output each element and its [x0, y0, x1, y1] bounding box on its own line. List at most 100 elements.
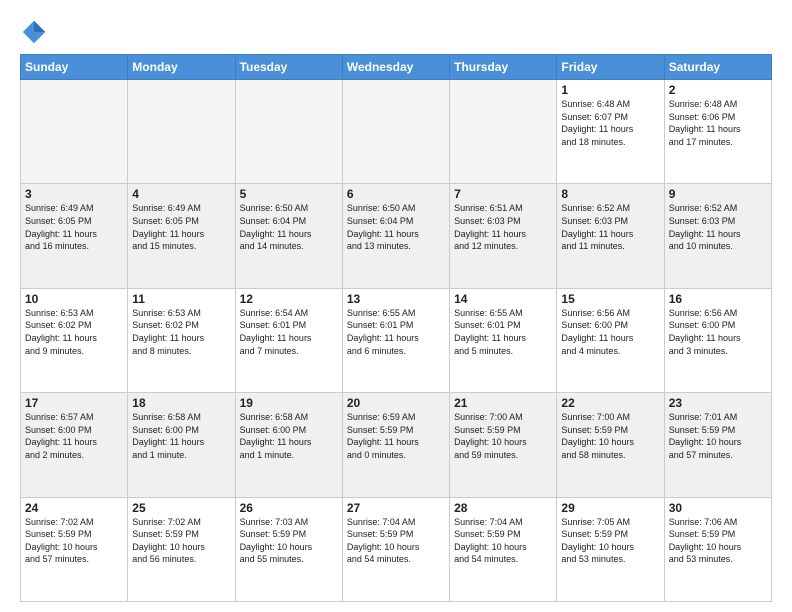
day-number: 17 — [25, 396, 123, 410]
day-number: 13 — [347, 292, 445, 306]
calendar-table: SundayMondayTuesdayWednesdayThursdayFrid… — [20, 54, 772, 602]
day-number: 3 — [25, 187, 123, 201]
day-info: Sunrise: 7:01 AMSunset: 5:59 PMDaylight:… — [669, 411, 767, 461]
day-number: 23 — [669, 396, 767, 410]
day-cell — [21, 80, 128, 184]
day-info: Sunrise: 7:05 AMSunset: 5:59 PMDaylight:… — [561, 516, 659, 566]
day-number: 1 — [561, 83, 659, 97]
day-cell: 30Sunrise: 7:06 AMSunset: 5:59 PMDayligh… — [664, 497, 771, 601]
day-info: Sunrise: 6:58 AMSunset: 6:00 PMDaylight:… — [132, 411, 230, 461]
day-number: 29 — [561, 501, 659, 515]
day-number: 2 — [669, 83, 767, 97]
day-number: 21 — [454, 396, 552, 410]
week-row: 24Sunrise: 7:02 AMSunset: 5:59 PMDayligh… — [21, 497, 772, 601]
day-cell: 9Sunrise: 6:52 AMSunset: 6:03 PMDaylight… — [664, 184, 771, 288]
day-cell: 16Sunrise: 6:56 AMSunset: 6:00 PMDayligh… — [664, 288, 771, 392]
day-cell: 18Sunrise: 6:58 AMSunset: 6:00 PMDayligh… — [128, 393, 235, 497]
day-cell: 7Sunrise: 6:51 AMSunset: 6:03 PMDaylight… — [450, 184, 557, 288]
day-number: 20 — [347, 396, 445, 410]
day-number: 25 — [132, 501, 230, 515]
day-info: Sunrise: 7:03 AMSunset: 5:59 PMDaylight:… — [240, 516, 338, 566]
day-info: Sunrise: 6:51 AMSunset: 6:03 PMDaylight:… — [454, 202, 552, 252]
day-info: Sunrise: 6:59 AMSunset: 5:59 PMDaylight:… — [347, 411, 445, 461]
header — [20, 18, 772, 46]
day-number: 24 — [25, 501, 123, 515]
day-number: 14 — [454, 292, 552, 306]
day-cell: 8Sunrise: 6:52 AMSunset: 6:03 PMDaylight… — [557, 184, 664, 288]
page: SundayMondayTuesdayWednesdayThursdayFrid… — [0, 0, 792, 612]
day-info: Sunrise: 6:55 AMSunset: 6:01 PMDaylight:… — [347, 307, 445, 357]
day-cell: 4Sunrise: 6:49 AMSunset: 6:05 PMDaylight… — [128, 184, 235, 288]
day-cell: 24Sunrise: 7:02 AMSunset: 5:59 PMDayligh… — [21, 497, 128, 601]
header-row: SundayMondayTuesdayWednesdayThursdayFrid… — [21, 55, 772, 80]
day-cell: 5Sunrise: 6:50 AMSunset: 6:04 PMDaylight… — [235, 184, 342, 288]
day-cell: 27Sunrise: 7:04 AMSunset: 5:59 PMDayligh… — [342, 497, 449, 601]
day-cell: 22Sunrise: 7:00 AMSunset: 5:59 PMDayligh… — [557, 393, 664, 497]
day-info: Sunrise: 7:00 AMSunset: 5:59 PMDaylight:… — [454, 411, 552, 461]
day-info: Sunrise: 7:02 AMSunset: 5:59 PMDaylight:… — [25, 516, 123, 566]
week-row: 10Sunrise: 6:53 AMSunset: 6:02 PMDayligh… — [21, 288, 772, 392]
day-number: 5 — [240, 187, 338, 201]
day-cell: 14Sunrise: 6:55 AMSunset: 6:01 PMDayligh… — [450, 288, 557, 392]
day-number: 12 — [240, 292, 338, 306]
day-cell: 21Sunrise: 7:00 AMSunset: 5:59 PMDayligh… — [450, 393, 557, 497]
day-cell: 23Sunrise: 7:01 AMSunset: 5:59 PMDayligh… — [664, 393, 771, 497]
day-cell: 12Sunrise: 6:54 AMSunset: 6:01 PMDayligh… — [235, 288, 342, 392]
day-number: 28 — [454, 501, 552, 515]
day-number: 6 — [347, 187, 445, 201]
day-info: Sunrise: 6:49 AMSunset: 6:05 PMDaylight:… — [132, 202, 230, 252]
day-info: Sunrise: 6:56 AMSunset: 6:00 PMDaylight:… — [561, 307, 659, 357]
col-header-sunday: Sunday — [21, 55, 128, 80]
day-info: Sunrise: 6:58 AMSunset: 6:00 PMDaylight:… — [240, 411, 338, 461]
day-cell: 29Sunrise: 7:05 AMSunset: 5:59 PMDayligh… — [557, 497, 664, 601]
col-header-friday: Friday — [557, 55, 664, 80]
day-cell — [342, 80, 449, 184]
day-info: Sunrise: 6:55 AMSunset: 6:01 PMDaylight:… — [454, 307, 552, 357]
day-number: 26 — [240, 501, 338, 515]
day-cell: 28Sunrise: 7:04 AMSunset: 5:59 PMDayligh… — [450, 497, 557, 601]
day-info: Sunrise: 6:49 AMSunset: 6:05 PMDaylight:… — [25, 202, 123, 252]
week-row: 1Sunrise: 6:48 AMSunset: 6:07 PMDaylight… — [21, 80, 772, 184]
day-number: 15 — [561, 292, 659, 306]
day-info: Sunrise: 7:00 AMSunset: 5:59 PMDaylight:… — [561, 411, 659, 461]
day-info: Sunrise: 7:02 AMSunset: 5:59 PMDaylight:… — [132, 516, 230, 566]
day-cell — [235, 80, 342, 184]
day-info: Sunrise: 6:48 AMSunset: 6:07 PMDaylight:… — [561, 98, 659, 148]
day-number: 7 — [454, 187, 552, 201]
day-info: Sunrise: 6:52 AMSunset: 6:03 PMDaylight:… — [561, 202, 659, 252]
col-header-wednesday: Wednesday — [342, 55, 449, 80]
col-header-thursday: Thursday — [450, 55, 557, 80]
day-number: 27 — [347, 501, 445, 515]
logo — [20, 18, 52, 46]
day-info: Sunrise: 6:54 AMSunset: 6:01 PMDaylight:… — [240, 307, 338, 357]
day-cell: 20Sunrise: 6:59 AMSunset: 5:59 PMDayligh… — [342, 393, 449, 497]
col-header-saturday: Saturday — [664, 55, 771, 80]
day-cell: 15Sunrise: 6:56 AMSunset: 6:00 PMDayligh… — [557, 288, 664, 392]
week-row: 3Sunrise: 6:49 AMSunset: 6:05 PMDaylight… — [21, 184, 772, 288]
day-cell — [450, 80, 557, 184]
day-info: Sunrise: 6:48 AMSunset: 6:06 PMDaylight:… — [669, 98, 767, 148]
day-number: 8 — [561, 187, 659, 201]
day-number: 18 — [132, 396, 230, 410]
day-number: 9 — [669, 187, 767, 201]
day-cell: 2Sunrise: 6:48 AMSunset: 6:06 PMDaylight… — [664, 80, 771, 184]
day-number: 22 — [561, 396, 659, 410]
day-number: 30 — [669, 501, 767, 515]
day-cell: 11Sunrise: 6:53 AMSunset: 6:02 PMDayligh… — [128, 288, 235, 392]
day-cell: 1Sunrise: 6:48 AMSunset: 6:07 PMDaylight… — [557, 80, 664, 184]
day-info: Sunrise: 6:50 AMSunset: 6:04 PMDaylight:… — [347, 202, 445, 252]
day-info: Sunrise: 6:50 AMSunset: 6:04 PMDaylight:… — [240, 202, 338, 252]
day-cell: 13Sunrise: 6:55 AMSunset: 6:01 PMDayligh… — [342, 288, 449, 392]
day-number: 4 — [132, 187, 230, 201]
day-number: 19 — [240, 396, 338, 410]
day-cell: 19Sunrise: 6:58 AMSunset: 6:00 PMDayligh… — [235, 393, 342, 497]
day-cell — [128, 80, 235, 184]
day-cell: 25Sunrise: 7:02 AMSunset: 5:59 PMDayligh… — [128, 497, 235, 601]
day-cell: 6Sunrise: 6:50 AMSunset: 6:04 PMDaylight… — [342, 184, 449, 288]
day-cell: 26Sunrise: 7:03 AMSunset: 5:59 PMDayligh… — [235, 497, 342, 601]
day-info: Sunrise: 7:04 AMSunset: 5:59 PMDaylight:… — [454, 516, 552, 566]
day-number: 10 — [25, 292, 123, 306]
day-info: Sunrise: 6:56 AMSunset: 6:00 PMDaylight:… — [669, 307, 767, 357]
col-header-tuesday: Tuesday — [235, 55, 342, 80]
day-cell: 3Sunrise: 6:49 AMSunset: 6:05 PMDaylight… — [21, 184, 128, 288]
